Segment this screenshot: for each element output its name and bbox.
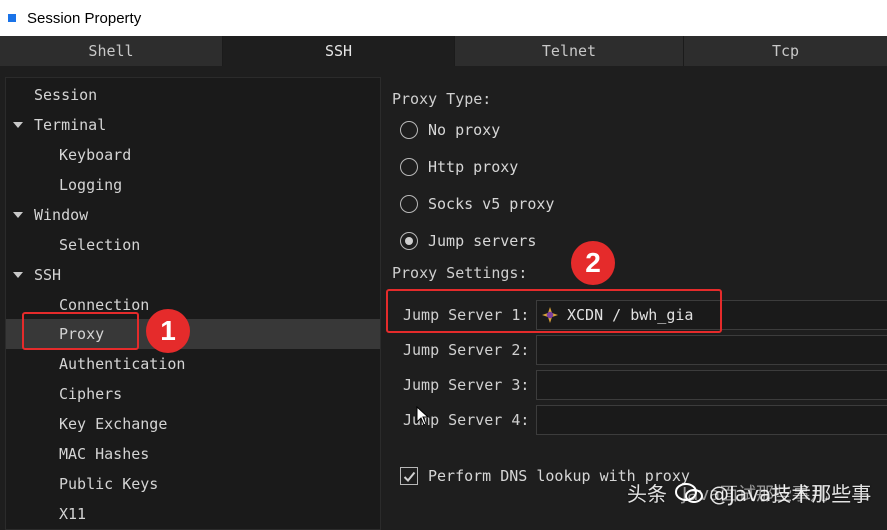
tree-item-session[interactable]: Session [6,80,380,110]
tree-item-ssh[interactable]: SSH [6,260,380,290]
radio-button[interactable] [400,158,418,176]
tree-item-label: Key Exchange [59,415,168,433]
expand-arrow-icon[interactable] [13,272,23,278]
radio-no-proxy[interactable]: No proxy [400,118,500,142]
radio-label: Socks v5 proxy [428,195,555,213]
radio-socks5-proxy[interactable]: Socks v5 proxy [400,192,554,216]
checkmark-icon [403,471,415,482]
annotation-box-2 [386,289,722,333]
tab-tcp[interactable]: Tcp [684,36,887,66]
radio-jump-servers[interactable]: Jump servers [400,229,536,253]
jump-server-3-label: Jump Server 3: [403,376,530,394]
tree-item-key-exchange[interactable]: Key Exchange [6,409,380,439]
radio-label: No proxy [428,121,501,139]
tree-item-mac-hashes[interactable]: MAC Hashes [6,439,380,469]
annotation-marker-1: 1 [146,309,190,353]
settings-tree: Session Terminal Keyboard Logging Window… [5,77,381,530]
tree-item-label: Public Keys [59,475,159,493]
radio-button[interactable] [400,232,418,250]
annotation-box-1 [22,312,139,350]
tree-item-label: Keyboard [59,146,132,164]
tree-item-logging[interactable]: Logging [6,170,380,200]
dns-lookup-checkbox[interactable] [400,467,418,485]
tab-ssh[interactable]: SSH [223,36,455,66]
tree-item-label: Terminal [34,116,107,134]
tree-item-label: SSH [34,266,62,284]
expand-arrow-icon[interactable] [13,122,23,128]
tree-item-label: Logging [59,176,123,194]
app-icon [8,14,16,22]
mouse-pointer-icon [416,406,429,426]
radio-http-proxy[interactable]: Http proxy [400,155,518,179]
jump-server-2-field[interactable] [536,335,887,365]
expand-arrow-icon[interactable] [13,212,23,218]
tree-item-label: MAC Hashes [59,445,150,463]
tree-item-selection[interactable]: Selection [6,230,380,260]
tree-item-public-keys[interactable]: Public Keys [6,469,380,499]
radio-button[interactable] [400,121,418,139]
tree-item-x11[interactable]: X11 [6,499,380,529]
tree-item-label: Authentication [59,355,186,373]
tab-shell[interactable]: Shell [0,36,223,66]
jump-server-4-field[interactable] [536,405,887,435]
radio-button[interactable] [400,195,418,213]
annotation-marker-2: 2 [571,241,615,285]
tab-telnet[interactable]: Telnet [455,36,684,66]
proxy-type-label: Proxy Type: [392,90,492,108]
jump-server-2-label: Jump Server 2: [403,341,530,359]
tree-item-label: Selection [59,236,141,254]
tree-item-terminal[interactable]: Terminal [6,110,380,140]
tree-item-authentication[interactable]: Authentication [6,349,380,379]
proxy-settings-label: Proxy Settings: [392,264,528,282]
tree-item-label: Ciphers [59,385,123,403]
tree-item-label: Session [34,86,98,104]
radio-label: Http proxy [428,158,519,176]
window-title: Session Property [27,9,142,27]
title-bar: Session Property [0,0,887,36]
tree-item-keyboard[interactable]: Keyboard [6,140,380,170]
tree-item-ciphers[interactable]: Ciphers [6,379,380,409]
tree-item-label: X11 [59,505,87,523]
radio-label: Jump servers [428,232,537,250]
tree-item-label: Window [34,206,89,224]
jump-server-3-row: Jump Server 3: [403,370,887,400]
watermark-overlay-text: Java面试那些事儿 [682,484,829,505]
protocol-tabs: Shell SSH Telnet Tcp [0,36,887,66]
tree-item-window[interactable]: Window [6,200,380,230]
jump-server-2-row: Jump Server 2: [403,335,887,365]
watermark-source: 头条 [627,482,667,506]
jump-server-3-field[interactable] [536,370,887,400]
